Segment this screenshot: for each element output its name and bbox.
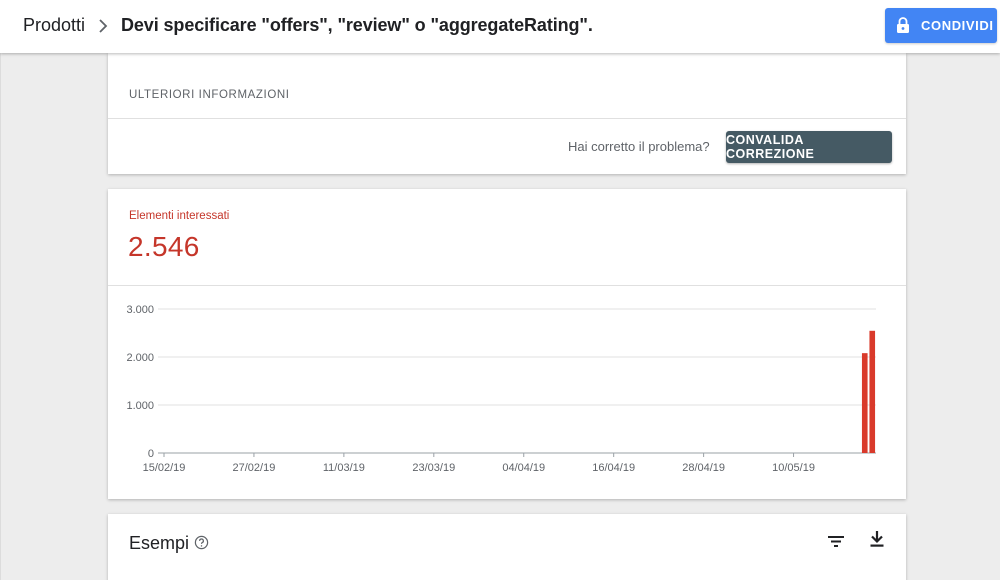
fixed-question-text: Hai corretto il problema? xyxy=(568,139,710,154)
x-tick-label: 15/02/19 xyxy=(143,462,186,474)
help-circle-icon[interactable] xyxy=(194,535,209,550)
lock-icon xyxy=(897,17,909,33)
download-icon[interactable] xyxy=(867,529,887,549)
y-tick-label: 2.000 xyxy=(126,352,154,364)
more-info-card: ULTERIORI INFORMAZIONI Hai corretto il p… xyxy=(108,53,906,174)
affected-items-chart: 3.000 2.000 1.000 0 15/02/19 27/02/19 11/03/19… xyxy=(126,304,876,474)
y-tick-label: 3.000 xyxy=(126,304,154,316)
examples-title: Esempi xyxy=(129,533,190,553)
metric-value: 2.546 xyxy=(128,231,200,262)
x-tick-label: 16/04/19 xyxy=(592,462,635,474)
affected-items-card: Elementi interessati 2.546 3.000 2.000 1.0… xyxy=(108,189,906,499)
x-tick-label: 10/05/19 xyxy=(772,462,815,474)
top-bar: Prodotti Devi specificare "offers", "rev… xyxy=(0,0,1000,53)
breadcrumb-root[interactable]: Prodotti xyxy=(23,15,85,36)
validate-fix-button[interactable]: CONVALIDA CORREZIONE xyxy=(726,131,892,163)
metric-label: Elementi interessati xyxy=(129,210,230,222)
more-info-link[interactable]: ULTERIORI INFORMAZIONI xyxy=(129,89,290,101)
x-tick-label: 23/03/19 xyxy=(412,462,455,474)
chart-bar xyxy=(861,353,868,453)
page-title: Devi specificare "offers", "review" o "a… xyxy=(121,15,593,35)
chevron-right-icon xyxy=(99,19,108,33)
share-button-label: CONDIVIDI xyxy=(921,18,994,33)
divider xyxy=(108,118,906,119)
x-tick-label: 28/04/19 xyxy=(682,462,725,474)
x-tick-label: 11/03/19 xyxy=(323,462,365,474)
chart-bar xyxy=(869,330,876,453)
left-edge-divider xyxy=(0,53,1,580)
examples-card: Esempi xyxy=(108,514,906,580)
x-tick-label: 27/02/19 xyxy=(233,462,276,474)
y-tick-label: 0 xyxy=(148,448,154,460)
filter-icon[interactable] xyxy=(826,531,846,551)
y-tick-label: 1.000 xyxy=(126,400,154,412)
x-tick-label: 04/04/19 xyxy=(502,462,545,474)
share-button[interactable]: CONDIVIDI xyxy=(885,8,997,43)
